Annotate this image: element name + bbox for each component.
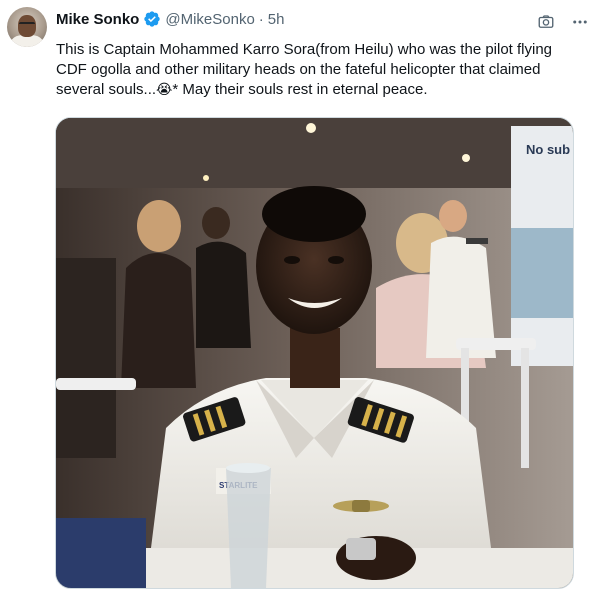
tweet[interactable]: Mike Sonko @MikeSonko · 5h This is Capta…: [0, 0, 606, 589]
crying-emoji-icon: 😭: [156, 82, 173, 98]
more-options-icon[interactable]: [570, 12, 590, 32]
tweet-header: Mike Sonko @MikeSonko · 5h: [56, 9, 284, 29]
author-name[interactable]: Mike Sonko: [56, 11, 139, 28]
sign-text: No sub: [526, 142, 570, 157]
verified-badge-icon: [143, 10, 161, 28]
tweet-text-part2: * May their souls rest in eternal peace.: [172, 81, 428, 98]
grok-icon[interactable]: [536, 12, 556, 32]
photo-illustration: No sub: [56, 118, 573, 588]
avatar[interactable]: [7, 7, 47, 47]
author-handle[interactable]: @MikeSonko: [165, 11, 254, 28]
tweet-text: This is Captain Mohammed Karro Sora(from…: [56, 40, 576, 100]
timestamp[interactable]: 5h: [268, 11, 285, 28]
header-actions: [536, 12, 590, 32]
tweet-photo[interactable]: No sub: [55, 117, 574, 589]
separator-dot: ·: [258, 10, 264, 28]
